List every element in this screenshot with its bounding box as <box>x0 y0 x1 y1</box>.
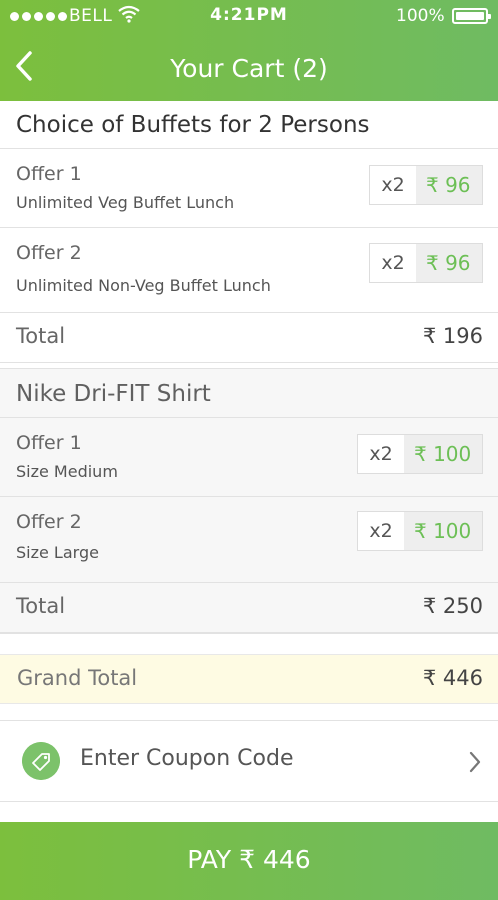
section-total-row: Total ₹ 196 <box>0 313 498 363</box>
section-title-buffets: Choice of Buffets for 2 Persons <box>0 101 498 149</box>
offer-description: Size Large <box>16 543 99 562</box>
coupon-label: Enter Coupon Code <box>80 746 294 771</box>
offer-description: Unlimited Non-Veg Buffet Lunch <box>16 276 271 295</box>
page-title: Your Cart (2) <box>170 54 328 83</box>
grand-total-value: ₹ 446 <box>422 666 483 690</box>
offer-row: Offer 1 Size Medium x2 ₹ 100 <box>0 418 498 497</box>
total-label: Total <box>16 594 66 618</box>
offer-title: Offer 1 <box>16 432 82 454</box>
price-label: ₹ 96 <box>416 166 482 204</box>
offer-row: Offer 2 Size Large x2 ₹ 100 <box>0 497 498 583</box>
enter-coupon-button[interactable]: Enter Coupon Code <box>0 720 498 802</box>
status-bar: BELL 4:21PM 100% <box>0 0 498 34</box>
offer-row: Offer 2 Unlimited Non-Veg Buffet Lunch x… <box>0 228 498 313</box>
quantity-label: x2 <box>381 252 405 274</box>
chevron-right-icon <box>469 751 481 773</box>
offer-row: Offer 1 Unlimited Veg Buffet Lunch x2 ₹ … <box>0 149 498 228</box>
offer-title: Offer 1 <box>16 163 82 185</box>
price-label: ₹ 100 <box>404 512 482 550</box>
quantity-label: x2 <box>369 520 393 542</box>
grand-total-label: Grand Total <box>17 666 138 690</box>
pay-button[interactable]: PAY ₹ 446 <box>0 822 498 900</box>
grand-total-row: Grand Total ₹ 446 <box>0 654 498 704</box>
total-value: ₹ 250 <box>422 594 483 618</box>
section-total-row: Total ₹ 250 <box>0 583 498 633</box>
quantity-price-selector[interactable]: x2 ₹ 96 <box>369 243 483 283</box>
section-divider <box>0 633 498 654</box>
quantity-label: x2 <box>381 174 405 196</box>
app-header: BELL 4:21PM 100% Your Cart (2) <box>0 0 498 101</box>
total-label: Total <box>16 324 66 348</box>
quantity-price-selector[interactable]: x2 ₹ 100 <box>357 511 483 551</box>
total-value: ₹ 196 <box>422 324 483 348</box>
tag-icon <box>22 742 60 780</box>
price-label: ₹ 100 <box>404 435 482 473</box>
quantity-label: x2 <box>369 443 393 465</box>
price-label: ₹ 96 <box>416 244 482 282</box>
battery-icon <box>452 8 491 24</box>
quantity-price-selector[interactable]: x2 ₹ 96 <box>369 165 483 205</box>
offer-title: Offer 2 <box>16 511 82 533</box>
offer-title: Offer 2 <box>16 242 82 264</box>
offer-description: Size Medium <box>16 462 118 481</box>
offer-description: Unlimited Veg Buffet Lunch <box>16 193 235 212</box>
battery-percentage: 100% <box>396 6 445 26</box>
quantity-price-selector[interactable]: x2 ₹ 100 <box>357 434 483 474</box>
section-title-shirt: Nike Dri-FIT Shirt <box>0 368 498 418</box>
